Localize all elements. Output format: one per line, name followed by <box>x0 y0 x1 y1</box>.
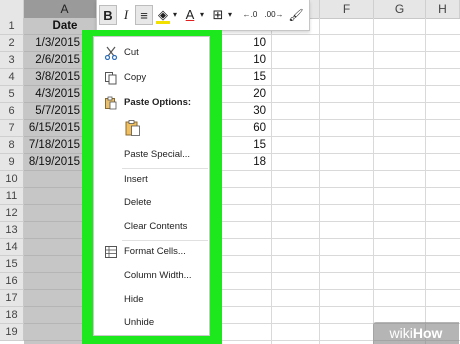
clipboard-icon <box>105 96 117 110</box>
paste-clipboard-icon <box>125 120 140 136</box>
increase-decimal-button[interactable]: ←.0 <box>237 5 263 25</box>
menu-item-clear-contents[interactable]: Clear Contents <box>94 217 209 237</box>
row-header-10[interactable]: 10 <box>0 171 24 188</box>
cell-d5[interactable]: 20 <box>220 86 271 103</box>
row-header-17[interactable]: 17 <box>0 290 24 307</box>
column-header-h[interactable]: H <box>426 0 460 18</box>
watermark-how: How <box>412 325 443 341</box>
menu-item-insert[interactable]: Insert <box>94 170 209 190</box>
menu-item-label: Clear Contents <box>124 221 188 232</box>
menu-item-hide[interactable]: Hide <box>94 290 209 310</box>
cell-d8[interactable]: 15 <box>220 137 271 154</box>
menu-item-copy[interactable]: Copy <box>94 68 209 88</box>
row-header-2[interactable]: 2 <box>0 35 24 52</box>
cell-d3[interactable]: 10 <box>220 52 271 69</box>
menu-item-label: Format Cells... <box>124 246 186 257</box>
menu-item-label: Column Width... <box>124 270 192 281</box>
menu-item-column-width[interactable]: Column Width... <box>94 266 209 286</box>
menu-item-paste-special[interactable]: Paste Special... <box>94 145 209 165</box>
row-header-12[interactable]: 12 <box>0 205 24 222</box>
copy-icon <box>105 72 117 85</box>
menu-item-label: Copy <box>124 72 147 83</box>
menu-separator <box>122 240 208 241</box>
watermark-wiki: wiki <box>389 325 413 341</box>
column-header-g[interactable]: G <box>374 0 426 18</box>
row-header-13[interactable]: 13 <box>0 222 24 239</box>
align-center-button[interactable]: ≡ <box>135 5 153 25</box>
menu-item-cut[interactable]: Cut <box>94 43 209 63</box>
bold-button[interactable]: B <box>99 5 117 25</box>
mini-toolbar: B I ≡ ◈ ▾ A ▾ ⊞ ▾ ←.0 .00→ 🖌 <box>96 0 310 31</box>
menu-item-format-cells[interactable]: Format Cells... <box>94 242 209 262</box>
row-header-15[interactable]: 15 <box>0 256 24 273</box>
column-header-a[interactable]: A <box>24 0 106 18</box>
row-header-16[interactable]: 16 <box>0 273 24 290</box>
row-header-1[interactable]: 1 <box>0 18 24 35</box>
font-color-button[interactable]: A <box>183 5 197 25</box>
cell-d7[interactable]: 60 <box>220 120 271 137</box>
row-header-8[interactable]: 8 <box>0 137 24 154</box>
menu-item-label: Hide <box>124 294 144 305</box>
row-header-3[interactable]: 3 <box>0 52 24 69</box>
cell-d9[interactable]: 18 <box>220 154 271 171</box>
row-header-19[interactable]: 19 <box>0 324 24 341</box>
grid-line <box>271 18 272 344</box>
format-cells-icon <box>105 246 117 258</box>
paint-bucket-icon: ◈ <box>158 7 168 22</box>
paste-options-heading: Paste Options: <box>94 93 209 113</box>
font-color-dropdown[interactable]: ▾ <box>198 5 206 25</box>
format-painter-button[interactable]: 🖌 <box>287 5 305 25</box>
menu-item-label: Cut <box>124 47 139 58</box>
menu-item-label: Unhide <box>124 317 155 328</box>
menu-item-label: Insert <box>124 174 148 185</box>
fill-color-button[interactable]: ◈ <box>155 5 171 25</box>
grid-line <box>425 18 426 344</box>
grid-line <box>319 18 320 344</box>
fill-color-swatch <box>156 21 170 24</box>
menu-item-label: Paste Special... <box>124 149 191 160</box>
menu-item-unhide[interactable]: Unhide <box>94 313 209 333</box>
context-menu: Cut Copy Paste Options: Paste Special...… <box>93 36 210 336</box>
row-header-9[interactable]: 9 <box>0 154 24 171</box>
fill-color-dropdown[interactable]: ▾ <box>171 5 179 25</box>
row-header-18[interactable]: 18 <box>0 307 24 324</box>
decrease-decimal-button[interactable]: .00→ <box>261 5 287 25</box>
wikihow-watermark: wikiHow <box>373 322 459 344</box>
spreadsheet: A B C D E F G H 1 2 3 4 5 6 7 8 9 10 11 … <box>0 0 460 344</box>
column-header-f[interactable]: F <box>320 0 374 18</box>
cell-d6[interactable]: 30 <box>220 103 271 120</box>
row-header-5[interactable]: 5 <box>0 86 24 103</box>
scissors-icon <box>104 46 118 60</box>
cell-d2[interactable]: 10 <box>220 35 271 52</box>
row-header-14[interactable]: 14 <box>0 239 24 256</box>
cell-d4[interactable]: 15 <box>220 69 271 86</box>
row-header-11[interactable]: 11 <box>0 188 24 205</box>
grid-line <box>373 18 374 344</box>
borders-dropdown[interactable]: ▾ <box>226 5 234 25</box>
italic-button[interactable]: I <box>118 5 134 25</box>
row-header-7[interactable]: 7 <box>0 120 24 137</box>
menu-item-label: Paste Options: <box>124 97 192 108</box>
menu-separator <box>122 168 208 169</box>
row-header-6[interactable]: 6 <box>0 103 24 120</box>
menu-item-delete[interactable]: Delete <box>94 193 209 213</box>
borders-button[interactable]: ⊞ <box>210 5 226 25</box>
select-all-corner[interactable] <box>0 0 24 18</box>
menu-item-label: Delete <box>124 197 152 208</box>
row-header-4[interactable]: 4 <box>0 69 24 86</box>
paste-button[interactable] <box>124 119 142 137</box>
